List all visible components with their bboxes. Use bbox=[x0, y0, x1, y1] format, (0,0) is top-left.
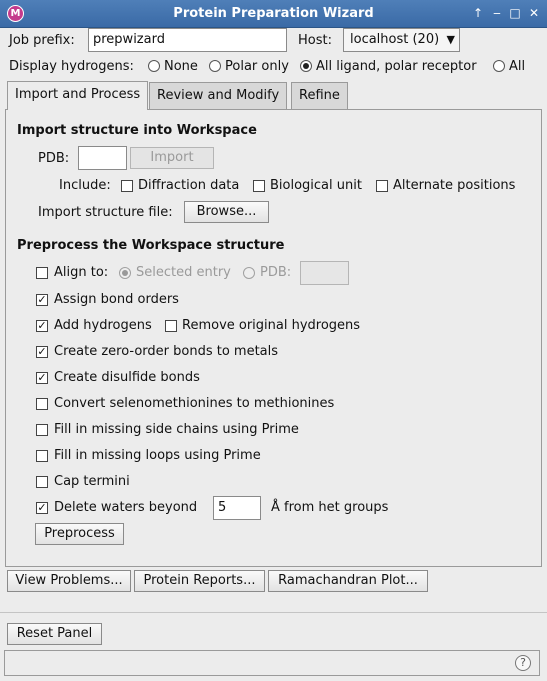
align-pdb-input[interactable] bbox=[300, 261, 349, 285]
preprocess-button[interactable]: Preprocess bbox=[35, 523, 124, 545]
selenomethionines-checkbox[interactable] bbox=[36, 398, 48, 410]
add-hydrogens-label: Add hydrogens bbox=[54, 318, 152, 333]
align-to-checkbox[interactable] bbox=[36, 267, 48, 279]
radio-polar-only[interactable] bbox=[209, 60, 221, 72]
disulfide-bonds-checkbox[interactable] bbox=[36, 372, 48, 384]
water-distance-suffix: Å from het groups bbox=[271, 500, 389, 515]
radio-polar-only-label: Polar only bbox=[225, 59, 289, 74]
side-chains-checkbox[interactable] bbox=[36, 424, 48, 436]
chevron-down-icon: ▼ bbox=[446, 33, 455, 46]
browse-button[interactable]: Browse... bbox=[184, 201, 269, 223]
host-select-value: localhost (20) bbox=[350, 32, 440, 47]
reset-panel-button[interactable]: Reset Panel bbox=[7, 623, 102, 645]
pdb-input[interactable] bbox=[78, 146, 127, 170]
radio-selected-entry-label: Selected entry bbox=[136, 265, 231, 280]
job-prefix-label: Job prefix: bbox=[9, 33, 75, 48]
add-hydrogens-checkbox[interactable] bbox=[36, 320, 48, 332]
missing-loops-checkbox[interactable] bbox=[36, 450, 48, 462]
minimize-icon[interactable]: ‒ bbox=[490, 6, 504, 20]
pdb-label: PDB: bbox=[38, 151, 70, 166]
display-hydrogens-label: Display hydrogens: bbox=[9, 59, 134, 74]
host-label: Host: bbox=[298, 33, 332, 48]
biological-unit-label: Biological unit bbox=[270, 178, 362, 193]
ramachandran-plot-button[interactable]: Ramachandran Plot... bbox=[268, 570, 428, 592]
zero-order-bonds-checkbox[interactable] bbox=[36, 346, 48, 358]
alternate-positions-checkbox[interactable] bbox=[376, 180, 388, 192]
import-file-label: Import structure file: bbox=[38, 205, 173, 220]
tab-import-and-process[interactable]: Import and Process bbox=[7, 81, 149, 110]
import-section-heading: Import structure into Workspace bbox=[17, 123, 257, 138]
water-distance-input[interactable]: 5 bbox=[213, 496, 261, 520]
tab-review-and-modify[interactable]: Review and Modify bbox=[149, 82, 288, 109]
radio-align-pdb[interactable] bbox=[243, 267, 255, 279]
tab-refine[interactable]: Refine bbox=[291, 82, 348, 109]
import-button[interactable]: Import bbox=[130, 147, 214, 169]
delete-waters-checkbox[interactable] bbox=[36, 502, 48, 514]
preprocess-section-heading: Preprocess the Workspace structure bbox=[17, 238, 285, 253]
title-bar[interactable]: M Protein Preparation Wizard ↑ ‒ □ ✕ bbox=[0, 0, 547, 28]
biological-unit-checkbox[interactable] bbox=[253, 180, 265, 192]
alternate-positions-label: Alternate positions bbox=[393, 178, 516, 193]
radio-selected-entry[interactable] bbox=[119, 267, 131, 279]
view-problems-button[interactable]: View Problems... bbox=[7, 570, 131, 592]
diffraction-data-label: Diffraction data bbox=[138, 178, 240, 193]
zero-order-bonds-label: Create zero-order bonds to metals bbox=[54, 344, 279, 359]
align-to-label: Align to: bbox=[54, 265, 109, 280]
job-prefix-input[interactable]: prepwizard bbox=[88, 28, 287, 52]
radio-none-label: None bbox=[164, 59, 198, 74]
delete-waters-label: Delete waters beyond bbox=[54, 500, 198, 515]
window-title: Protein Preparation Wizard bbox=[173, 6, 374, 21]
radio-all-ligand-label: All ligand, polar receptor bbox=[316, 59, 477, 74]
cap-termini-label: Cap termini bbox=[54, 474, 130, 489]
diffraction-data-checkbox[interactable] bbox=[121, 180, 133, 192]
separator bbox=[0, 612, 547, 613]
protein-reports-button[interactable]: Protein Reports... bbox=[134, 570, 265, 592]
cap-termini-checkbox[interactable] bbox=[36, 476, 48, 488]
missing-loops-label: Fill in missing loops using Prime bbox=[54, 448, 261, 463]
host-select[interactable]: localhost (20) ▼ bbox=[343, 28, 460, 52]
status-bar: ? bbox=[4, 650, 540, 676]
assign-bond-orders-label: Assign bond orders bbox=[54, 292, 179, 307]
pin-icon[interactable]: ↑ bbox=[471, 6, 485, 20]
assign-bond-orders-checkbox[interactable] bbox=[36, 294, 48, 306]
radio-all[interactable] bbox=[493, 60, 505, 72]
remove-hydrogens-checkbox[interactable] bbox=[165, 320, 177, 332]
side-chains-label: Fill in missing side chains using Prime bbox=[54, 422, 299, 437]
remove-hydrogens-label: Remove original hydrogens bbox=[182, 318, 361, 333]
radio-all-ligand[interactable] bbox=[300, 60, 312, 72]
disulfide-bonds-label: Create disulfide bonds bbox=[54, 370, 200, 385]
selenomethionines-label: Convert selenomethionines to methionines bbox=[54, 396, 335, 411]
radio-all-label: All bbox=[509, 59, 526, 74]
radio-align-pdb-label: PDB: bbox=[260, 265, 292, 280]
close-icon[interactable]: ✕ bbox=[527, 6, 541, 20]
include-label: Include: bbox=[59, 178, 111, 193]
radio-none[interactable] bbox=[148, 60, 160, 72]
maximize-icon[interactable]: □ bbox=[508, 6, 522, 20]
tab-panel: Import structure into Workspace PDB: Imp… bbox=[5, 109, 542, 567]
help-icon[interactable]: ? bbox=[515, 655, 531, 671]
